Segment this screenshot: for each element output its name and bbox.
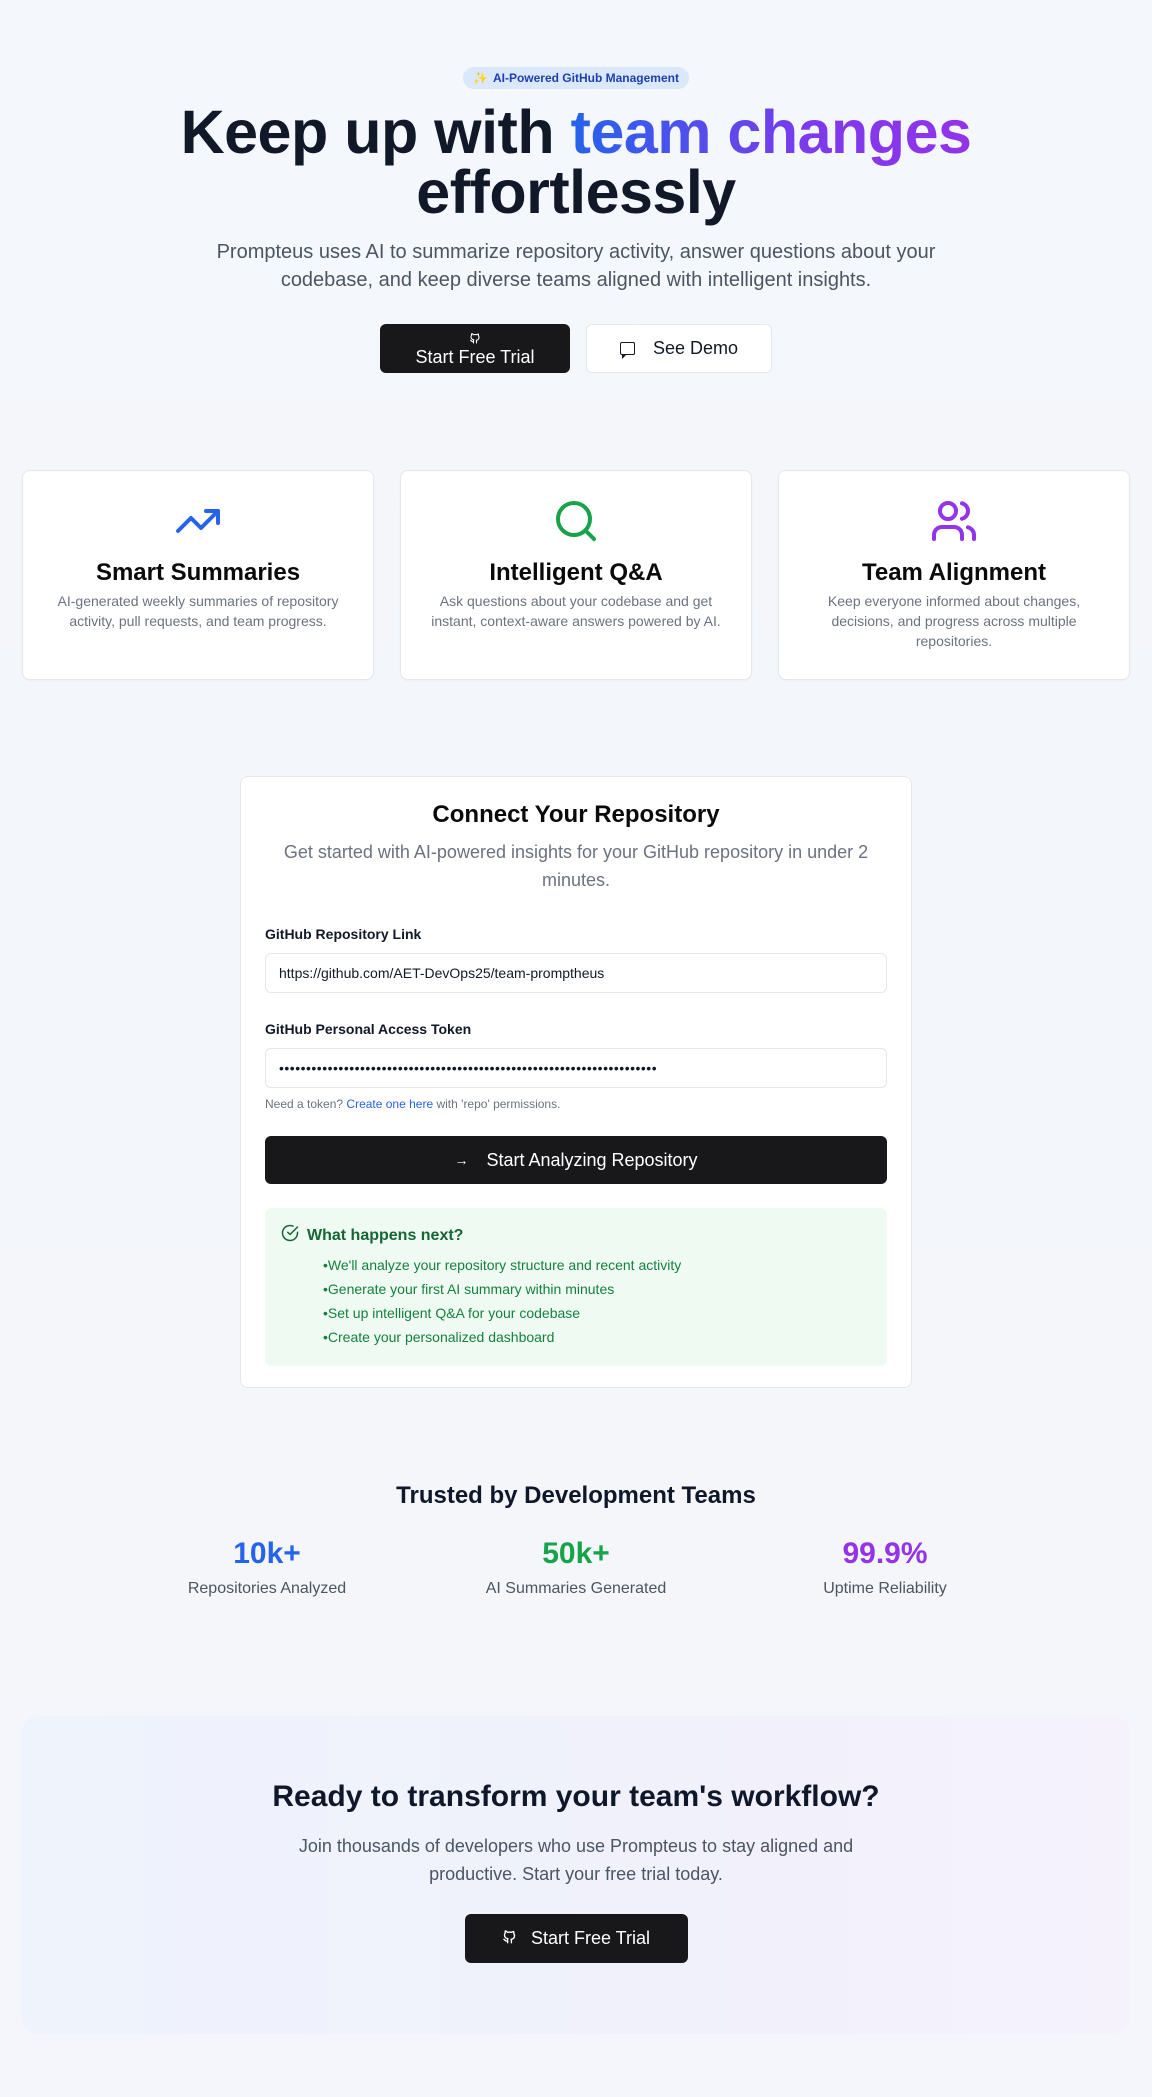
users-icon [779,497,1129,545]
sparkles-icon: ✨ [473,71,488,85]
feature-card-smart-summaries: Smart Summaries AI-generated weekly summ… [22,470,374,680]
hero-title: Keep up with team changes effortlessly [0,102,1152,223]
stat-summaries: 50k+ AI Summaries Generated [422,1536,731,1598]
badge-label: AI-Powered GitHub Management [492,71,679,85]
cta-title: Ready to transform your team's workflow? [272,1780,880,1813]
hint-prefix: Need a token? [265,1097,347,1111]
token-input[interactable]: ••••••••••••••••••••••••••••••••••••••••… [265,1048,887,1088]
feature-description: Ask questions about your codebase and ge… [431,593,721,629]
list-item: We'll analyze your repository structure … [323,1253,871,1277]
search-icon [401,497,751,545]
stat-label: Repositories Analyzed [187,1580,347,1597]
feature-title: Intelligent Q&A [489,559,663,586]
stat-uptime: 99.9% Uptime Reliability [731,1536,1040,1598]
feature-card-intelligent-qa: Intelligent Q&A Ask questions about your… [400,470,752,680]
arrow-right-icon: → [454,1152,469,1168]
what-happens-next-box: What happens next? We'll analyze your re… [265,1208,887,1366]
next-steps-list: We'll analyze your repository structure … [281,1253,871,1349]
what-happens-next-heading: What happens next? [281,1224,871,1247]
ai-badge: ✨ AI-Powered GitHub Management [463,67,689,89]
what-happens-next-title: What happens next? [307,1226,464,1244]
hero-title-part2: effortlessly [416,158,736,226]
feature-title: Smart Summaries [95,559,301,586]
message-square-icon [619,342,635,359]
connect-title: Connect Your Repository [432,801,720,828]
repo-link-input[interactable]: https://github.com/AET-DevOps25/team-pro… [265,953,887,993]
stat-value: 99.9% [842,1537,928,1570]
see-demo-button[interactable]: See Demo [586,324,772,373]
feature-card-team-alignment: Team Alignment Keep everyone informed ab… [778,470,1130,680]
list-item: Create your personalized dashboard [323,1325,871,1349]
feature-description: Keep everyone informed about changes, de… [827,593,1081,649]
hint-suffix: with 'repo' permissions. [433,1097,561,1111]
create-token-link[interactable]: Create one here [346,1097,433,1111]
cta-section: Ready to transform your team's workflow?… [22,1716,1130,2034]
connect-repository-card: Connect Your Repository Get started with… [240,776,912,1388]
start-analyzing-label: Start Analyzing Repository [486,1149,698,1170]
cta-subtitle: Join thousands of developers who use Pro… [298,1836,854,1884]
start-free-trial-button[interactable]: Start Free Trial [380,324,570,373]
hero-section: ✨ AI-Powered GitHub Management Keep up w… [0,0,1152,373]
see-demo-label: See Demo [652,338,739,358]
hero-subtitle: Prompteus uses AI to summarize repositor… [216,241,936,291]
start-analyzing-button[interactable]: → Start Analyzing Repository [265,1136,887,1184]
token-label: GitHub Personal Access Token [265,1021,472,1037]
hero-title-part1: Keep up with [180,98,571,166]
stat-value: 50k+ [542,1537,610,1570]
trust-section: Trusted by Development Teams 10k+ Reposi… [0,1482,1152,1598]
features-section: Smart Summaries AI-generated weekly summ… [0,470,1152,680]
trending-up-icon [23,497,373,545]
list-item: Set up intelligent Q&A for your codebase [323,1301,871,1325]
trust-title: Trusted by Development Teams [396,1482,756,1509]
check-circle-icon [281,1224,299,1247]
repo-link-label: GitHub Repository Link [265,926,422,942]
stat-label: AI Summaries Generated [485,1580,667,1597]
start-free-trial-label: Start Free Trial [415,346,535,367]
hero-actions: Start Free Trial See Demo [0,324,1152,373]
token-hint: Need a token? Create one here with 'repo… [265,1097,887,1111]
feature-title: Team Alignment [861,559,1047,586]
github-icon [469,332,481,346]
connect-subtitle: Get started with AI-powered insights for… [283,842,869,890]
github-icon [502,1928,517,1949]
list-item: Generate your first AI summary within mi… [323,1277,871,1301]
feature-description: AI-generated weekly summaries of reposit… [57,593,339,629]
stat-value: 10k+ [233,1537,301,1570]
stat-repositories: 10k+ Repositories Analyzed [113,1536,422,1598]
hero-title-highlight: team changes [570,98,972,166]
cta-button-label: Start Free Trial [530,1928,651,1948]
stats-row: 10k+ Repositories Analyzed 50k+ AI Summa… [0,1536,1152,1598]
stat-label: Uptime Reliability [823,1580,947,1597]
cta-start-free-trial-button[interactable]: Start Free Trial [464,1914,688,1963]
